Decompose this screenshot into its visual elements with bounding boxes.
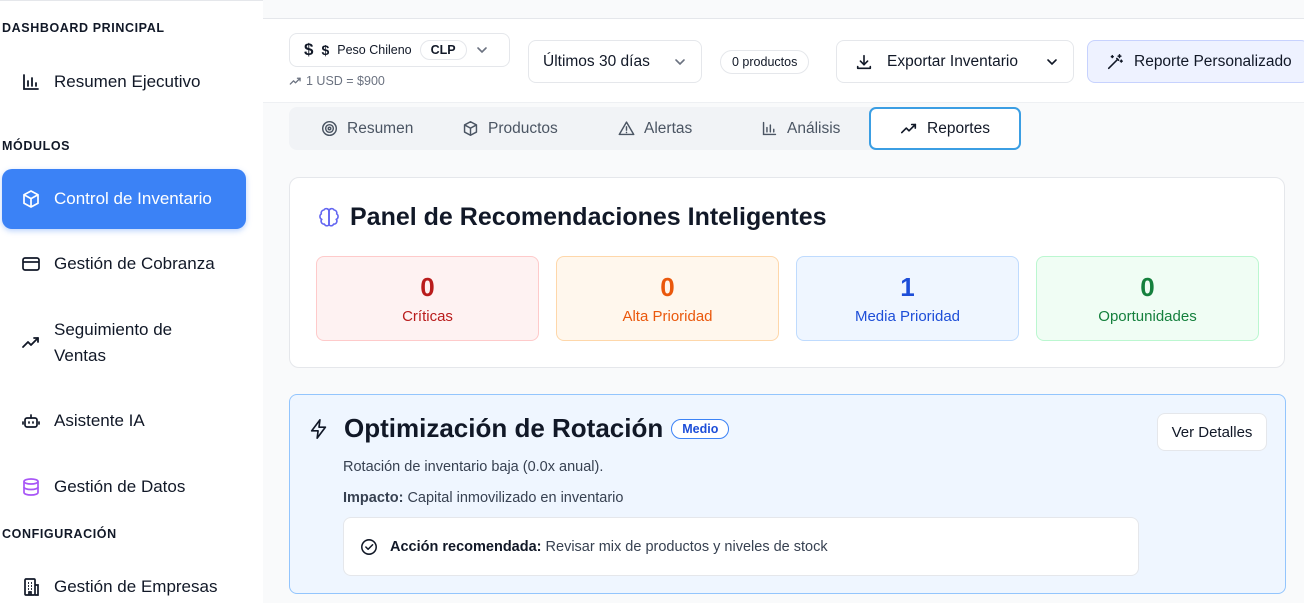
section-title-configuracion: CONFIGURACIÓN [2,527,117,541]
building-icon [20,576,42,598]
brain-icon [319,207,339,227]
target-icon [321,120,338,137]
chevron-down-icon [476,47,487,54]
bar-chart-icon [762,121,777,136]
box-icon [20,188,42,210]
export-inventory-button[interactable]: Exportar Inventario [836,40,1074,83]
sidebar-item-seguimiento-ventas[interactable]: Seguimiento de Ventas [2,315,246,371]
priority-badge: Medio [671,418,730,439]
trending-up-icon [289,77,301,85]
impact-label: Impacto: [343,490,404,506]
stat-card-media-prioridad: 1 Media Prioridad [796,256,1019,341]
sidebar-item-gestion-cobranza[interactable]: Gestión de Cobranza [2,247,246,281]
stat-label: Oportunidades [1098,308,1197,325]
toolbar: $ $ Peso Chileno CLP 1 USD = $900 Último… [263,18,1304,103]
tab-productos[interactable]: Productos [462,107,558,150]
chevron-down-icon [1047,58,1057,65]
stat-value: 0 [420,272,435,302]
sidebar-item-label: Gestión de Empresas [54,577,218,596]
download-icon [856,54,872,69]
panel-title-text: Panel de Recomendaciones Inteligentes [350,203,827,231]
trending-up-icon [901,123,917,133]
panel-title: Panel de Recomendaciones Inteligentes [318,203,827,232]
sidebar-item-control-inventario[interactable]: Control de Inventario [2,169,246,229]
credit-card-icon [20,253,42,275]
tab-label: Resumen [347,119,414,137]
check-circle-icon [361,538,377,555]
stat-label: Media Prioridad [854,308,961,325]
stat-card-oportunidades: 0 Oportunidades [1036,256,1259,341]
sidebar-item-gestion-datos[interactable]: Gestión de Datos [2,470,246,504]
sidebar-item-label: Gestión de Datos [54,477,186,496]
alert-triangle-icon [618,121,635,136]
recommendation-title: Optimización de Rotación [344,413,664,443]
recommendation-description: Rotación de inventario baja (0.0x anual)… [343,459,604,475]
stat-value: 1 [900,272,915,302]
robot-icon [20,410,42,432]
sidebar-item-gestion-empresas[interactable]: Gestión de Empresas [2,570,246,603]
view-details-button[interactable]: Ver Detalles [1157,413,1267,451]
database-icon [20,476,42,498]
trending-up-icon [20,332,42,354]
section-title-dashboard: DASHBOARD PRINCIPAL [2,21,165,35]
tab-label: Reportes [927,119,990,137]
period-select[interactable]: Últimos 30 días [528,40,702,83]
impact-text: Capital inmovilizado en inventario [407,490,624,506]
stat-label: Alta Prioridad [622,308,713,325]
recommendation-card: Optimización de Rotación Medio Ver Detal… [289,394,1286,594]
app: DASHBOARD PRINCIPAL Resumen Ejecutivo MÓ… [0,0,1304,603]
stat-card-criticas: 0 Críticas [316,256,539,341]
sidebar: DASHBOARD PRINCIPAL Resumen Ejecutivo MÓ… [0,0,263,603]
main-content: $ $ Peso Chileno CLP 1 USD = $900 Último… [263,0,1304,603]
tab-label: Análisis [787,119,841,137]
currency-selector[interactable]: $ $ Peso Chileno CLP [289,33,510,67]
tab-label: Alertas [644,119,693,137]
action-text: Acción recomendada: Revisar mix de produ… [390,539,828,555]
period-value: Últimos 30 días [543,52,650,70]
package-icon [463,120,478,137]
currency-symbol: $ [321,42,330,58]
products-count-badge: 0 productos [720,50,810,74]
tab-alertas[interactable]: Alertas [618,107,692,150]
sidebar-item-label: Seguimiento de Ventas [54,320,173,365]
tab-label: Productos [488,119,558,137]
sidebar-item-resumen-ejecutivo[interactable]: Resumen Ejecutivo [2,65,246,99]
stat-value: 0 [660,272,675,302]
sidebar-item-label: Control de Inventario [54,189,212,208]
sidebar-item-label: Gestión de Cobranza [54,254,215,273]
recommendation-impact: Impacto: Capital inmovilizado en inventa… [343,490,623,506]
dollar-icon: $ [304,40,314,59]
custom-report-label: Reporte Personalizado [1134,52,1292,70]
export-label: Exportar Inventario [887,52,1018,70]
bar-chart-icon [20,71,42,93]
tab-reportes[interactable]: Reportes [869,107,1021,150]
stat-value: 0 [1140,272,1155,302]
magic-wand-icon [1107,53,1123,69]
stat-card-alta-prioridad: 0 Alta Prioridad [556,256,779,341]
tab-resumen[interactable]: Resumen [321,107,413,150]
custom-report-button[interactable]: Reporte Personalizado [1087,40,1304,83]
currency-code-badge: CLP [419,40,467,60]
sidebar-item-label: Asistente IA [54,411,145,430]
stat-label: Críticas [402,308,453,325]
exchange-rate: 1 USD = $900 [289,74,385,88]
currency-name: Peso Chileno [337,43,412,57]
recommendations-panel: Panel de Recomendaciones Inteligentes 0 … [289,177,1285,368]
section-title-modulos: MÓDULOS [2,139,71,153]
action-value: Revisar mix de productos y niveles de st… [545,538,828,555]
lightning-icon [310,418,327,439]
sidebar-item-label: Resumen Ejecutivo [54,72,201,91]
sidebar-item-asistente-ia[interactable]: Asistente IA [2,404,246,438]
action-label: Acción recomendada: [390,538,542,555]
exchange-rate-text: 1 USD = $900 [306,74,385,88]
recommendation-header: Optimización de Rotación Medio [308,413,730,444]
tab-bar: Resumen Productos Alertas Análisis Repor… [289,107,1021,150]
chevron-down-icon [675,58,685,65]
tab-analisis[interactable]: Análisis [761,107,840,150]
recommended-action: Acción recomendada: Revisar mix de produ… [343,517,1139,576]
